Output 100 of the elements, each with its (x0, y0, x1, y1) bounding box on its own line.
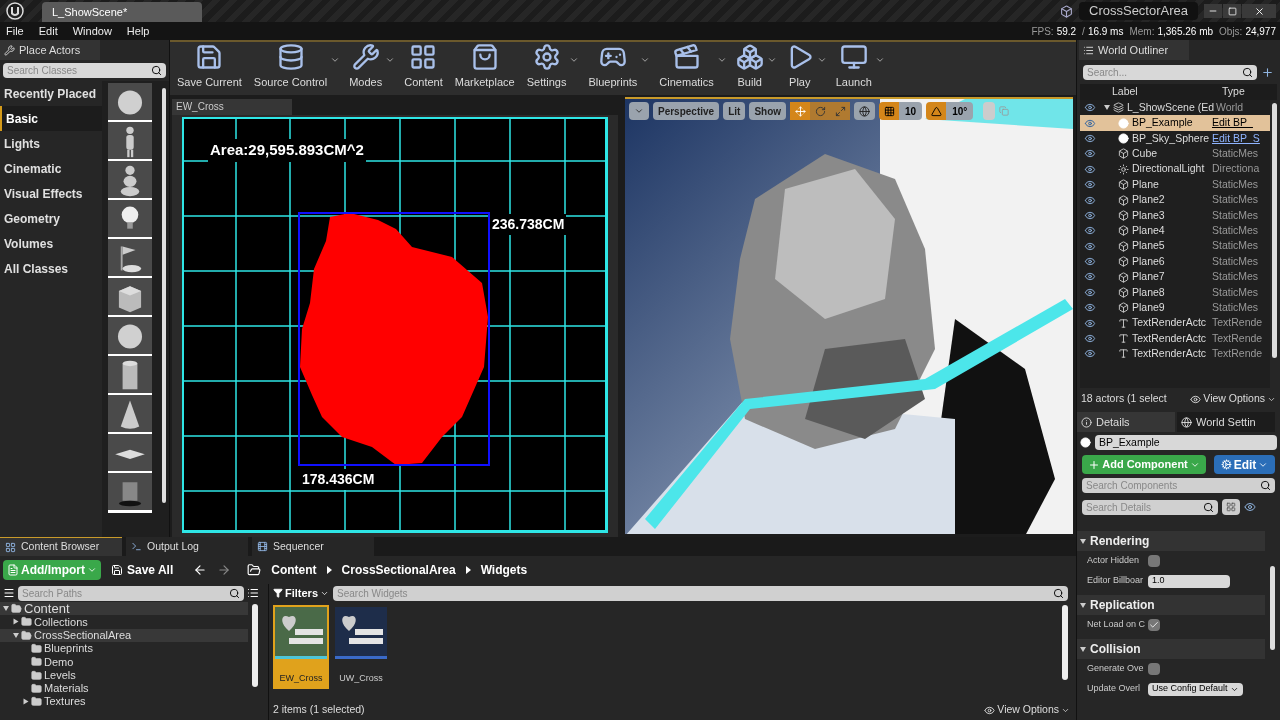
globe-button[interactable] (854, 102, 876, 120)
column-header[interactable]: Type (1222, 84, 1245, 100)
rotation-snap-value[interactable]: 10° (946, 102, 974, 120)
toolbar-button[interactable]: Cinematics (656, 42, 717, 90)
rotation-snap-button[interactable] (926, 102, 947, 120)
panel-tab[interactable]: World Settin (1177, 412, 1275, 432)
panel-tab[interactable]: Place Actors (0, 40, 100, 60)
scrollbar[interactable] (162, 88, 166, 503)
outliner-row[interactable]: Plane9 StaticMes (1080, 300, 1270, 316)
scrollbar[interactable] (1270, 566, 1275, 650)
expand-arrow-icon[interactable] (1104, 105, 1110, 111)
save-all-button[interactable]: Save All (111, 561, 174, 579)
outliner-row[interactable]: Plane4 StaticMes (1080, 223, 1270, 239)
category-item[interactable]: Volumes (0, 231, 102, 256)
menu-item[interactable]: Window (72, 22, 112, 40)
folder-item[interactable]: Collections (0, 615, 248, 629)
category-item[interactable]: Basic (0, 106, 102, 131)
maximize-button[interactable] (1223, 4, 1241, 18)
category-item[interactable]: Visual Effects (0, 181, 102, 206)
category-item[interactable]: Recently Placed (0, 81, 102, 106)
outliner-row[interactable]: L_ShowScene (Ed World (1080, 100, 1270, 116)
scrollbar[interactable] (1062, 605, 1068, 680)
section-header[interactable]: Rendering (1077, 531, 1265, 551)
menu-item[interactable]: Edit (38, 22, 58, 40)
scrollbar[interactable] (1272, 103, 1277, 358)
menu-item[interactable]: Help (126, 22, 150, 40)
toolbar-button[interactable]: Blueprints (585, 42, 641, 90)
sphere-thumbnail-icon[interactable] (108, 317, 152, 357)
menu-button[interactable] (629, 102, 649, 120)
checkbox[interactable] (1148, 663, 1160, 675)
panel-tab[interactable]: Details (1077, 412, 1175, 432)
outliner-row[interactable]: Plane StaticMes (1080, 176, 1270, 193)
lighting-button[interactable]: Lit (723, 102, 746, 120)
breadcrumb[interactable]: CrossSectionalArea (341, 561, 456, 579)
breadcrumb-arrow-icon[interactable] (326, 566, 332, 574)
back-icon[interactable] (193, 563, 208, 577)
toolbar-button[interactable]: Marketplace (451, 42, 518, 90)
outliner-row[interactable]: BP_Sky_Sphere Edit BP_S (1080, 130, 1270, 147)
plane-thumbnail-icon[interactable] (108, 434, 152, 474)
outliner-row[interactable]: Plane5 StaticMes (1080, 238, 1270, 254)
folder-item[interactable]: Textures (0, 695, 248, 709)
toolbar-button[interactable]: Build (732, 42, 767, 90)
actor-type[interactable]: Edit BP_ (1212, 115, 1253, 131)
section-header[interactable]: Replication (1077, 595, 1265, 615)
checkbox[interactable] (1148, 619, 1161, 631)
checkbox[interactable] (1148, 555, 1160, 567)
toolbar-button[interactable]: Modes (346, 42, 386, 90)
grid-snap-button[interactable] (879, 102, 900, 120)
show-button[interactable]: Show (749, 102, 787, 120)
transform-tool-button[interactable] (790, 102, 811, 120)
figure-thumbnail-icon[interactable] (108, 122, 152, 162)
trigger-thumbnail-icon[interactable] (108, 473, 152, 513)
section-header[interactable]: Collision (1077, 639, 1265, 659)
category-item[interactable]: Geometry (0, 206, 102, 231)
list-icon[interactable] (247, 587, 259, 599)
cube-thumbnail-icon[interactable] (108, 278, 152, 318)
collapse-icon[interactable] (3, 587, 15, 599)
outliner-row[interactable]: Cube StaticMes (1080, 146, 1270, 162)
panel-tab[interactable]: Output Log (126, 537, 248, 556)
folder-item[interactable]: Content (0, 602, 248, 616)
document-tab[interactable]: L_ShowScene* (42, 2, 202, 22)
minimize-button[interactable] (1204, 4, 1222, 18)
folder-item[interactable]: Demo (0, 655, 248, 669)
dropdown[interactable]: Use Config Default (1148, 682, 1243, 696)
name-field[interactable]: BP_Example (1095, 435, 1277, 450)
close-button[interactable] (1242, 4, 1276, 18)
category-item[interactable]: Cinematic (0, 156, 102, 181)
cone-thumbnail-icon[interactable] (108, 395, 152, 435)
category-item[interactable]: Lights (0, 131, 102, 156)
panel-tab[interactable]: World Outliner (1079, 40, 1189, 60)
outliner-row[interactable]: Plane2 StaticMes (1080, 192, 1270, 208)
breadcrumb[interactable]: Content (271, 561, 317, 579)
grid-snap-value[interactable]: 10 (899, 102, 923, 120)
eye-icon[interactable] (1244, 501, 1256, 513)
transform-tool-button[interactable] (830, 102, 851, 120)
asset-tile[interactable]: UW_Cross (333, 605, 389, 689)
filters-button[interactable]: Filters (273, 584, 329, 602)
outliner-row[interactable]: TextRenderActc TextRende (1080, 346, 1270, 362)
column-header[interactable]: Label (1112, 84, 1222, 100)
breadcrumb[interactable]: Widgets (480, 561, 528, 579)
forward-icon[interactable] (217, 563, 232, 577)
outliner-row[interactable]: Plane6 StaticMes (1080, 253, 1270, 270)
folder-item[interactable]: Levels (0, 668, 248, 682)
menu-item[interactable]: File (6, 22, 24, 40)
outliner-row[interactable]: TextRenderActc TextRende (1080, 315, 1270, 331)
panel-tab[interactable]: Content Browser (0, 537, 122, 556)
outliner-row[interactable]: TextRenderActc TextRende (1080, 330, 1270, 347)
bulb-thumbnail-icon[interactable] (108, 200, 152, 240)
view-options-button[interactable]: View Options (984, 702, 1070, 718)
sphere-thumbnail-icon[interactable] (108, 83, 152, 123)
toolbar-button[interactable]: Launch (832, 42, 875, 90)
viewport-tab[interactable]: EW_Cross (172, 99, 292, 115)
outliner-row[interactable]: DirectionalLight Directiona (1080, 161, 1270, 177)
view-options-button[interactable]: View Options (1190, 391, 1276, 407)
folder-item[interactable]: Materials (0, 681, 248, 696)
outliner-row[interactable]: BP_Example Edit BP_ (1080, 115, 1270, 131)
folder-item[interactable]: Blueprints (0, 641, 248, 656)
outliner-row[interactable]: Plane8 StaticMes (1080, 284, 1270, 301)
toolbar-button[interactable]: Settings (523, 42, 570, 90)
toolbar-button[interactable]: Source Control (250, 42, 331, 90)
